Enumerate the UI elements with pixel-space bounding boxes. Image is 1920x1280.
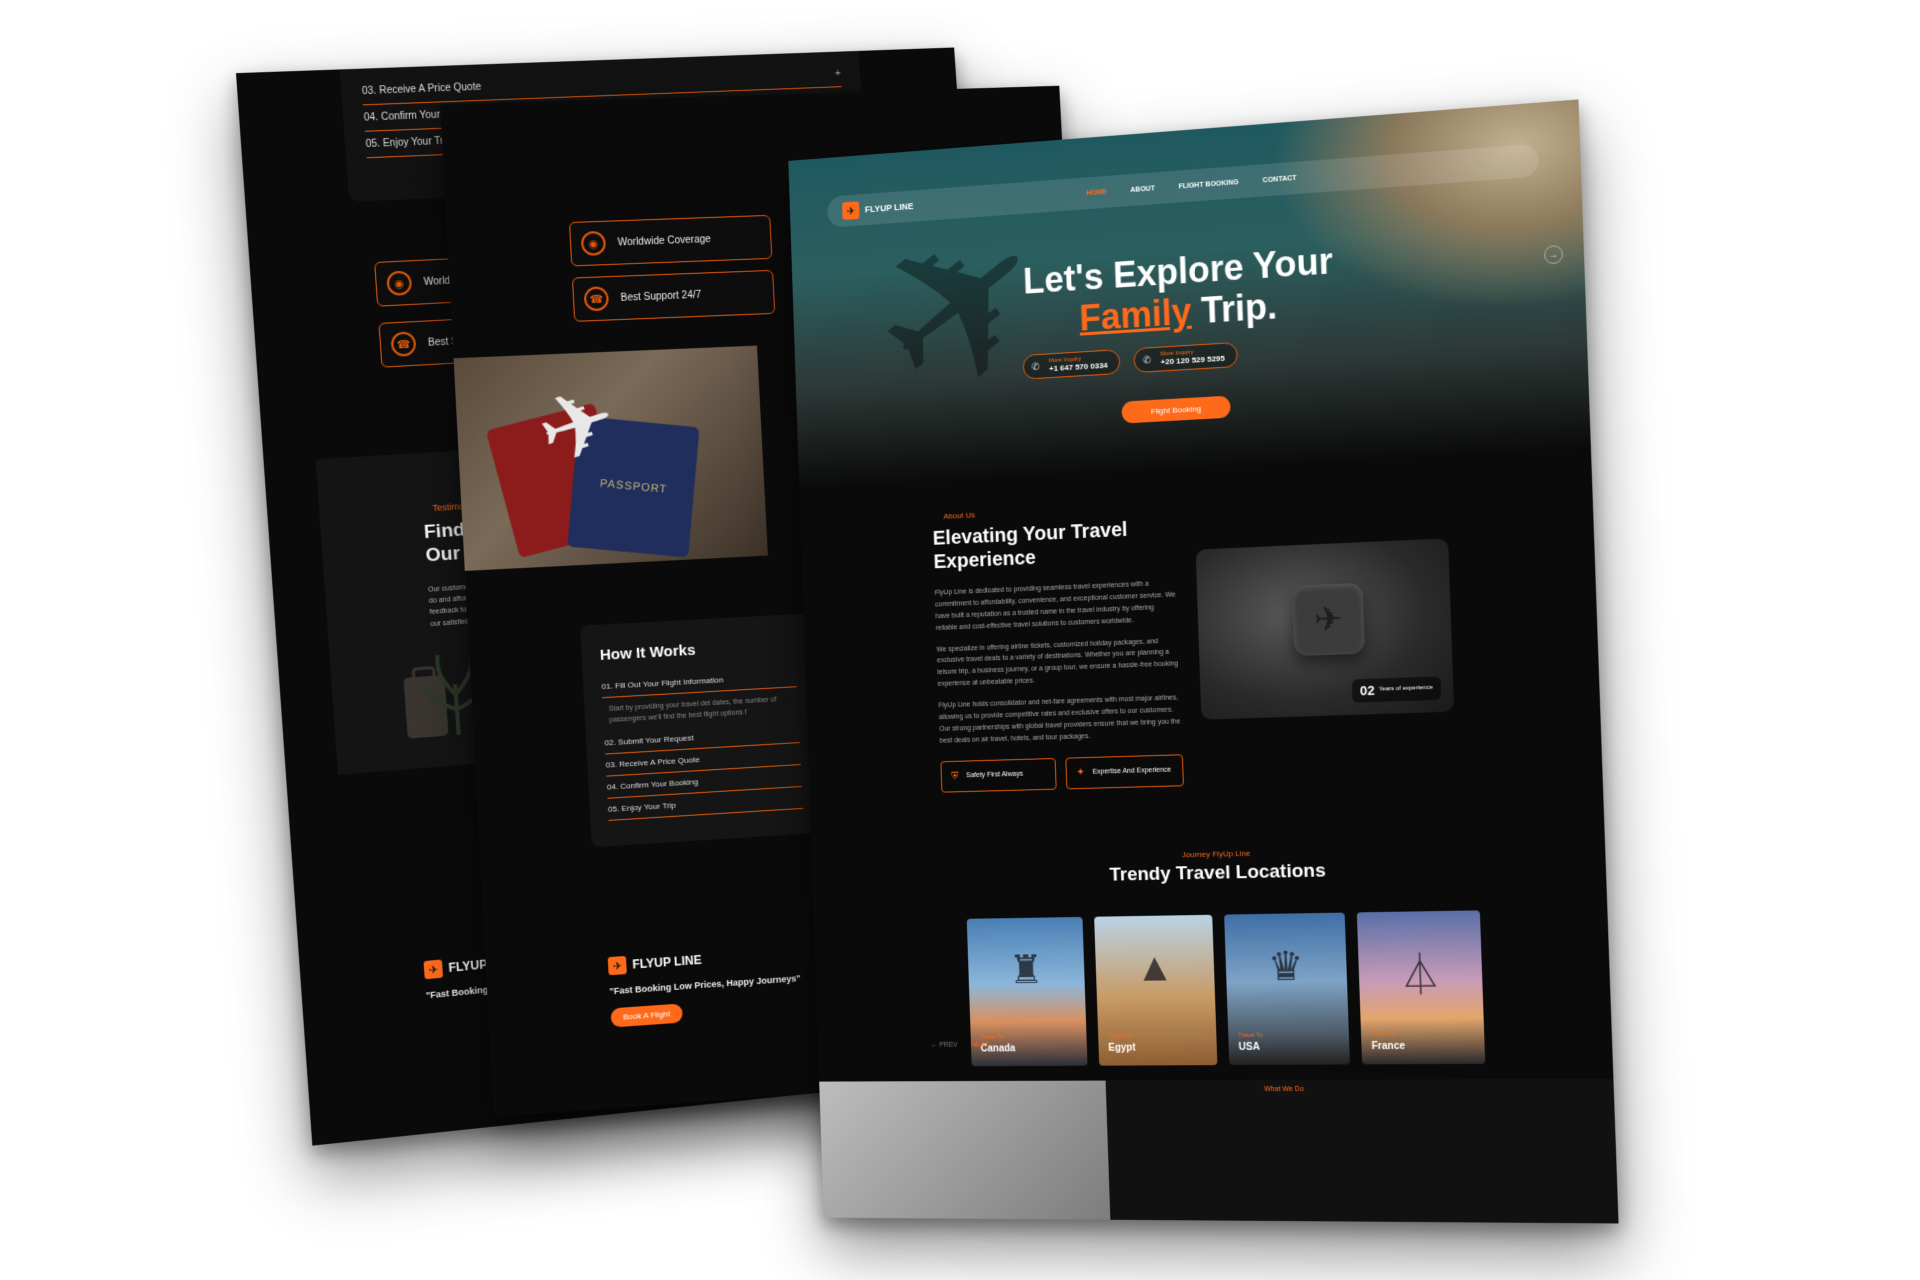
experience-badge: 02 Years of experience — [1351, 676, 1442, 703]
trendy-locations-section: Journey FlyUp Line Trendy Travel Locatio… — [925, 843, 1529, 1067]
book-flight-button[interactable]: Book A Flight — [610, 1003, 683, 1028]
logo[interactable]: ✈ FLYUP LINE — [607, 944, 800, 976]
support-icon: ☎ — [390, 331, 417, 357]
feature-support: ☎ Best Support 24/7 — [571, 269, 776, 322]
destination-card-usa[interactable]: ♛ Travel To USA — [1224, 912, 1350, 1066]
badge-safety: ⛨ Safety First Always — [940, 757, 1057, 793]
pager-next[interactable]: NEXT → — [971, 1042, 998, 1049]
shield-icon: ⛨ — [951, 770, 959, 782]
about-copy: FlyUp Line is dedicated to providing sea… — [934, 580, 1181, 745]
plane-tile-icon: ✈ — [1291, 582, 1366, 657]
logo[interactable]: ✈ FLYUP LINE — [842, 197, 914, 220]
nav-links: HOME ABOUT FLIGHT BOOKING CONTACT — [1086, 174, 1296, 196]
phone-icon: ✆ — [1031, 361, 1040, 374]
contact-pill[interactable]: ✆ More Inquiry +1 647 570 0334 — [1022, 349, 1121, 380]
cn-tower-icon: ♜ — [1008, 948, 1045, 993]
carousel-pager: ← PREV NEXT → — [931, 1042, 998, 1049]
section-title: How It Works — [599, 641, 696, 664]
feature-worldwide: ◉ Worldwide Coverage — [568, 214, 773, 267]
about-badges: ⛨ Safety First Always ✦ Expertise And Ex… — [940, 745, 1498, 793]
section-title: Elevating Your Travel Experience — [932, 518, 1128, 574]
hero-section: ✈ ✈ FLYUP LINE HOME ABOUT FLIGHT BOOKING… — [788, 99, 1591, 490]
badge-expertise: ✦ Expertise And Experience — [1065, 753, 1184, 790]
pager-prev[interactable]: ← PREV — [931, 1042, 958, 1049]
front-page-mockup: ✈ ✈ FLYUP LINE HOME ABOUT FLIGHT BOOKING… — [788, 99, 1619, 1224]
support-icon: ☎ — [583, 286, 610, 312]
award-icon: ✦ — [1076, 767, 1085, 779]
plus-icon: + — [834, 68, 841, 80]
how-it-works-panel: How It Works 01. Fill Out Your Flight In… — [580, 613, 823, 848]
section-tag: What We Do — [1264, 1085, 1304, 1094]
plane-logo-icon: ✈ — [607, 955, 627, 976]
what-we-do-section: What We Do — [819, 1078, 1619, 1224]
about-image-card: ✈ 02 Years of experience — [1195, 538, 1455, 720]
nav-contact[interactable]: CONTACT — [1263, 174, 1297, 184]
flight-booking-button[interactable]: Flight Booking — [1121, 395, 1231, 424]
phone-icon: ✆ — [1142, 355, 1152, 367]
section-tag: About Us — [943, 510, 976, 521]
nav-about[interactable]: ABOUT — [1130, 185, 1155, 194]
destination-card-france[interactable]: ⏃ Travel To France — [1356, 910, 1486, 1065]
hero-highlight: Family — [1078, 291, 1193, 339]
section-image — [819, 1080, 1111, 1220]
nav-home[interactable]: HOME — [1086, 188, 1107, 196]
pyramid-icon: ▲ — [1134, 945, 1175, 990]
eiffel-tower-icon: ⏃ — [1399, 952, 1442, 999]
footer-brand: ✈ FLYUP LINE "Fast Booking Low Prices, H… — [607, 944, 803, 1028]
about-section: About Us Elevating Your Travel Experienc… — [932, 485, 1498, 793]
contact-pill[interactable]: ✆ More Inquiry +20 120 529 5295 — [1133, 341, 1239, 374]
tagline: "Fast Booking Low Prices, Happy Journeys… — [609, 973, 801, 997]
statue-of-liberty-icon: ♛ — [1267, 944, 1305, 990]
globe-icon: ◉ — [386, 270, 413, 296]
plane-logo-icon: ✈ — [842, 201, 860, 220]
nav-flight-booking[interactable]: FLIGHT BOOKING — [1178, 179, 1238, 190]
plane-logo-icon: ✈ — [423, 959, 444, 980]
destination-card-egypt[interactable]: ▲ Travel To Egypt — [1094, 914, 1218, 1066]
passport-photo: PASSPORT ✈ — [453, 345, 768, 571]
globe-icon: ◉ — [580, 230, 607, 256]
destination-list: ♜ Travel To Canada ▲ Travel To Egypt ♛ T… — [927, 910, 1529, 1067]
